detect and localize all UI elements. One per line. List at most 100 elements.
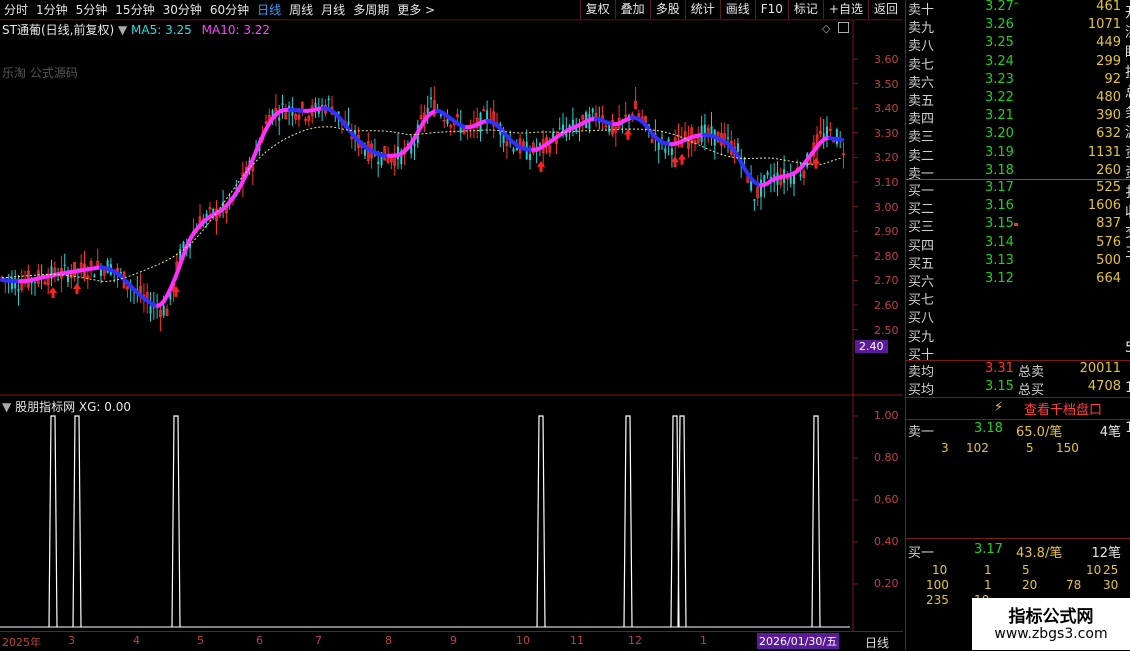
candle-body-down [559, 128, 561, 129]
candle-body-down [150, 306, 152, 313]
avg-bid-price: 3.15 [985, 379, 1014, 394]
bid-price: 3.17 [985, 180, 1014, 195]
ask-volume: 92 [1104, 72, 1121, 87]
bid-row[interactable]: 买八 [908, 307, 1123, 325]
site-logo: 指标公式网 www.zbgs3.com [972, 598, 1130, 650]
xg-signal-spike [172, 416, 180, 627]
ask-row[interactable]: 卖四3.21390 [908, 108, 1123, 126]
candle-body-down [793, 175, 795, 184]
indicator-y-tick: 0.20 [874, 577, 899, 590]
x-tick: 11 [570, 634, 584, 647]
diamond-icon[interactable]: ◇ [822, 22, 830, 35]
bid1-queue-item: 78 [1066, 578, 1081, 592]
chevron-down-icon[interactable]: ▼ [118, 23, 127, 37]
bid1-order-count: 12笔 [1091, 542, 1121, 561]
x-tick: 12 [628, 634, 642, 647]
bid1-queue-item: 1 [984, 578, 992, 592]
bid-row[interactable]: 买四3.14576 [908, 235, 1123, 253]
view-full-depth-button[interactable]: 查看千档盘口 [1024, 399, 1102, 418]
indicator-y-tick: 0.60 [874, 493, 899, 506]
ask-row[interactable]: 卖八3.25449 [908, 35, 1123, 53]
total-bid-volume: 4708 [1088, 379, 1121, 394]
bid-row[interactable]: 买九 [908, 326, 1123, 344]
ask-row[interactable]: 卖七3.24299 [908, 54, 1123, 72]
candle-body-down [539, 143, 541, 145]
bid-row[interactable]: 买六3.12664 [908, 271, 1123, 289]
candle-body-down [414, 144, 416, 147]
candle-body-down [737, 143, 739, 151]
ask1-label: 卖一 [908, 421, 934, 440]
lightning-icon: ⚡ [994, 400, 1003, 415]
candle-body-down [430, 97, 432, 99]
window-restore-icon[interactable] [838, 22, 849, 33]
low-price-marker: 2.40 [855, 340, 888, 353]
total-bid-label: 总买 [1018, 379, 1044, 398]
clipped-panel-text: 1 [1125, 380, 1130, 396]
ma10-label: MA10: 3.22 [202, 23, 270, 37]
watermark: 乐淘 公式源码 [2, 64, 78, 81]
ask1-queue-item: 102 [966, 441, 989, 455]
x-tick: 8 [385, 634, 392, 647]
bid-price: 3.15 [985, 216, 1014, 231]
candle-body-down [790, 177, 792, 184]
ask-row[interactable]: 卖五3.22480 [908, 90, 1123, 108]
ask-row[interactable]: 卖二3.191131 [908, 145, 1123, 163]
bid-level-label: 买八 [908, 307, 934, 326]
ask-price: 3.21 [985, 108, 1014, 123]
long-ma-line [2, 127, 842, 282]
ask-row[interactable]: 卖九3.261071 [908, 17, 1123, 35]
ask-level-label: 卖七 [908, 54, 934, 73]
buy-signal-arrow-icon [678, 154, 686, 165]
candle-body-down [671, 148, 673, 154]
ask1-order-count: 4笔 [1100, 421, 1121, 440]
candle-body-down [513, 148, 515, 151]
clipped-panel-text: 收 [1125, 202, 1130, 222]
bid-row[interactable]: 买七 [908, 289, 1123, 307]
period-label[interactable]: 日线 [865, 634, 889, 651]
buy-signal-arrow-icon [624, 129, 632, 140]
time-axis: 2025年 3 4 5 6 7 8 9 10 11 12 1 2026/01/3… [0, 631, 903, 651]
ask-volume: 390 [1096, 108, 1121, 123]
candle-body-down [328, 98, 330, 100]
y-tick: 3.20 [874, 151, 899, 164]
bid1-queue-item: 100 [926, 578, 949, 592]
logo-title: 指标公式网 [972, 602, 1130, 627]
ask-level-label: 卖九 [908, 17, 934, 36]
candle-body-down [34, 282, 36, 283]
candle-body-down [64, 265, 66, 266]
bid-row[interactable]: 买二3.161606 [908, 198, 1123, 216]
ask-price: 3.22 [985, 90, 1014, 105]
clipped-panel-text: 盱 [1125, 42, 1130, 62]
divider [906, 538, 1130, 539]
main-chart-title: ST通葡(日线,前复权) ▼ MA5: 3.25 MA10: 3.22 [2, 21, 270, 38]
candle-body-down [836, 129, 838, 144]
ask-price: 3.24 [985, 54, 1014, 69]
ask-level-label: 卖十 [908, 0, 934, 18]
y-tick: 2.50 [874, 324, 899, 337]
candle-body-down [57, 279, 59, 280]
bid-level-label: 买六 [908, 271, 934, 290]
candle-body-down [658, 143, 660, 150]
y-tick: 3.50 [874, 78, 899, 91]
xg-signal-spike [49, 416, 57, 627]
stock-title: ST通葡(日线,前复权) [2, 23, 114, 37]
xg-signal-spike [537, 416, 545, 627]
indicator-y-tick: 0.80 [874, 451, 899, 464]
candle-body-down [18, 289, 20, 291]
bid-row[interactable]: 买一3.17525 [908, 180, 1123, 198]
candle-body-down [427, 108, 429, 113]
ask-volume: 480 [1096, 90, 1121, 105]
bid-row[interactable]: 买五3.13500 [908, 253, 1123, 271]
ask-row[interactable]: 卖三3.20632 [908, 126, 1123, 144]
ask-row[interactable]: 卖六3.2392 [908, 72, 1123, 90]
candle-body-down [664, 148, 666, 153]
kline-chart[interactable] [0, 0, 903, 631]
ask1-price: 3.18 [974, 421, 1003, 436]
logo-url: www.zbgs3.com [972, 626, 1130, 642]
bid-level-label: 买五 [908, 253, 934, 272]
ask-level-label: 卖六 [908, 72, 934, 91]
chevron-down-icon[interactable]: ▼ [2, 400, 11, 414]
candle-body-down [282, 103, 284, 105]
xg-signal-spike [812, 416, 820, 627]
bid-level-label: 买一 [908, 180, 934, 199]
